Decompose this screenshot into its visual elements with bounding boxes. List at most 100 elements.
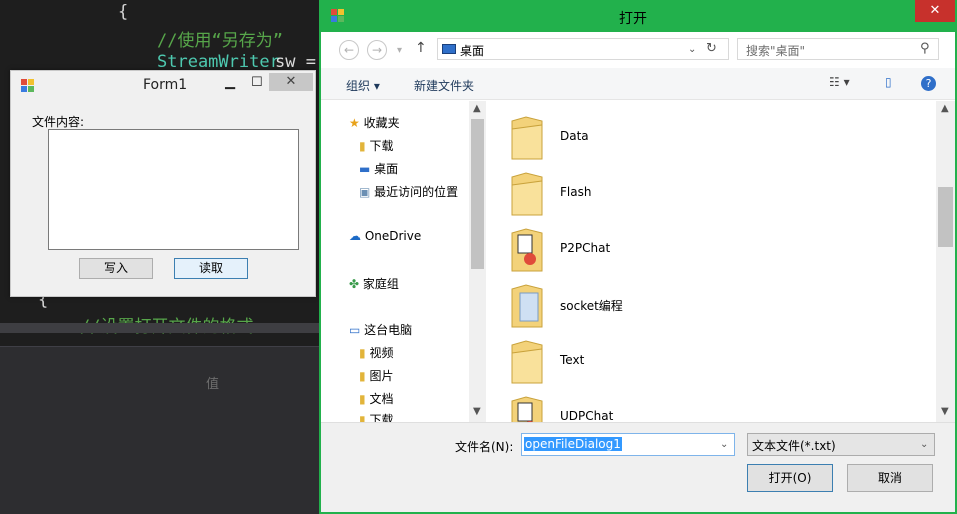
- refresh-icon[interactable]: ↻: [706, 41, 717, 56]
- tree-item-downloads-2[interactable]: ▮ 下载: [359, 411, 393, 422]
- download-folder-icon: ▮: [359, 413, 366, 422]
- tree-scrollbar[interactable]: ▲ ▼: [469, 101, 486, 422]
- editor-scrollbar[interactable]: [0, 323, 330, 333]
- preview-pane-icon[interactable]: ▯: [885, 75, 892, 89]
- folder-icon: [511, 228, 543, 272]
- form1-titlebar[interactable]: Form1 ▁ ☐ ✕: [11, 71, 315, 99]
- navigation-tree: ★ 收藏夹 ▮ 下载 ▬ 桌面 ▣ 最近访问的位置 ☁ OneDrive ✤ 家…: [321, 101, 469, 422]
- scroll-up-icon[interactable]: ▲: [473, 103, 481, 114]
- file-name: P2PChat: [560, 241, 611, 255]
- address-bar[interactable]: 桌面 ⌄ ↻: [437, 38, 729, 60]
- write-button[interactable]: 写入: [79, 258, 153, 279]
- tree-item-videos[interactable]: ▮ 视频: [359, 344, 393, 361]
- search-icon: ⚲: [920, 41, 930, 56]
- filetype-select[interactable]: 文本文件(*.txt) ⌄: [747, 433, 935, 456]
- code-variable: sw =: [275, 52, 316, 72]
- folder-icon: [511, 284, 543, 328]
- minimize-icon[interactable]: ▁: [225, 75, 235, 90]
- open-button[interactable]: 打开(O): [747, 464, 833, 492]
- forward-arrow-icon[interactable]: →: [367, 40, 387, 60]
- chevron-down-icon[interactable]: ⌄: [920, 439, 928, 450]
- search-input[interactable]: 搜索"桌面" ⚲: [737, 38, 939, 60]
- tree-item-label: 文档: [369, 392, 394, 406]
- dialog-app-icon: [331, 9, 345, 23]
- chevron-down-icon[interactable]: ⌄: [720, 439, 728, 450]
- recent-locations-icon[interactable]: ▾: [397, 45, 402, 56]
- app-icon: [21, 79, 35, 93]
- tree-item-label: 最近访问的位置: [374, 185, 459, 199]
- tree-item-label: 收藏夹: [363, 116, 400, 130]
- tree-item-desktop[interactable]: ▬ 桌面: [359, 160, 398, 177]
- tree-item-documents[interactable]: ▮ 文档: [359, 390, 393, 407]
- view-options-icon[interactable]: ☷ ▾: [829, 75, 850, 89]
- folder-icon: [511, 396, 543, 422]
- code-type: StreamWriter: [157, 52, 280, 72]
- file-list-scrollbar[interactable]: ▲ ▼: [936, 101, 955, 422]
- dialog-title: 打开: [619, 11, 647, 27]
- dialog-titlebar[interactable]: 打开 ✕: [319, 0, 957, 32]
- scroll-up-icon[interactable]: ▲: [941, 103, 949, 114]
- file-list-scroll-thumb[interactable]: [938, 187, 953, 247]
- content-textbox[interactable]: [48, 129, 299, 250]
- tree-item-label: 图片: [369, 369, 394, 383]
- file-name: Data: [560, 129, 589, 143]
- tree-item-pictures[interactable]: ▮ 图片: [359, 367, 393, 384]
- code-brace: {: [118, 2, 129, 22]
- tree-item-homegroup[interactable]: ✤ 家庭组: [349, 275, 399, 292]
- cloud-icon: ☁: [349, 229, 361, 243]
- cancel-button[interactable]: 取消: [847, 464, 933, 492]
- file-name: UDPChat: [560, 409, 614, 422]
- documents-folder-icon: ▮: [359, 392, 366, 406]
- code-comment: //使用“另存为”: [157, 31, 283, 51]
- homegroup-icon: ✤: [349, 277, 360, 291]
- dialog-close-icon[interactable]: ✕: [915, 0, 955, 22]
- tree-item-label: 桌面: [374, 162, 399, 176]
- tree-scroll-thumb[interactable]: [471, 119, 484, 269]
- panel-value-label: 值: [206, 377, 220, 392]
- maximize-icon[interactable]: ☐: [251, 75, 263, 90]
- address-dropdown-icon[interactable]: ⌄: [688, 44, 696, 55]
- tree-item-label: 视频: [369, 346, 394, 360]
- dialog-footer: 文件名(N): openFileDialog1 ⌄ 文本文件(*.txt) ⌄ …: [321, 422, 955, 512]
- new-folder-button[interactable]: 新建文件夹: [414, 77, 474, 94]
- tree-item-favorites[interactable]: ★ 收藏夹: [349, 114, 400, 131]
- form1-title: Form1: [143, 77, 188, 93]
- filetype-value: 文本文件(*.txt): [752, 439, 836, 453]
- dialog-body: ← → ▾ ↑ 桌面 ⌄ ↻ 搜索"桌面" ⚲ 组织 ▾ 新建文件夹 ☷ ▾ ▯…: [321, 32, 955, 512]
- close-icon[interactable]: ✕: [269, 73, 313, 91]
- tree-item-label: 这台电脑: [364, 323, 413, 337]
- videos-folder-icon: ▮: [359, 346, 366, 360]
- filename-value: openFileDialog1: [524, 437, 622, 451]
- scroll-down-icon[interactable]: ▼: [473, 406, 481, 417]
- file-name: socket编程: [560, 299, 623, 313]
- content-label: 文件内容:: [32, 115, 85, 129]
- tree-item-label: 家庭组: [362, 277, 399, 291]
- help-icon[interactable]: ?: [921, 76, 936, 91]
- organize-button[interactable]: 组织 ▾: [346, 77, 380, 94]
- folder-icon: [511, 340, 543, 384]
- file-name: Text: [560, 353, 585, 367]
- address-text: 桌面: [460, 44, 485, 58]
- tree-item-downloads[interactable]: ▮ 下载: [359, 137, 393, 154]
- file-name: Flash: [560, 185, 592, 199]
- form1-window: Form1 ▁ ☐ ✕ 文件内容: 写入 读取: [10, 70, 316, 297]
- pictures-folder-icon: ▮: [359, 369, 366, 383]
- tree-item-label: 下载: [369, 413, 394, 422]
- folder-icon: [511, 116, 543, 160]
- up-arrow-icon[interactable]: ↑: [415, 40, 427, 56]
- back-arrow-icon[interactable]: ←: [339, 40, 359, 60]
- download-folder-icon: ▮: [359, 139, 366, 153]
- scroll-down-icon[interactable]: ▼: [941, 406, 949, 417]
- desktop-icon: ▬: [359, 162, 371, 176]
- filename-label: 文件名(N):: [455, 440, 514, 454]
- computer-icon: ▭: [349, 323, 361, 337]
- recent-places-icon: ▣: [359, 185, 371, 199]
- star-icon: ★: [349, 116, 360, 130]
- search-placeholder: 搜索"桌面": [746, 44, 806, 58]
- folder-icon: [511, 172, 543, 216]
- read-button[interactable]: 读取: [174, 258, 248, 279]
- tree-item-recent[interactable]: ▣ 最近访问的位置: [359, 183, 458, 200]
- tree-item-this-pc[interactable]: ▭ 这台电脑: [349, 321, 412, 338]
- tree-item-onedrive[interactable]: ☁ OneDrive: [349, 229, 421, 243]
- filename-input[interactable]: openFileDialog1 ⌄: [521, 433, 735, 456]
